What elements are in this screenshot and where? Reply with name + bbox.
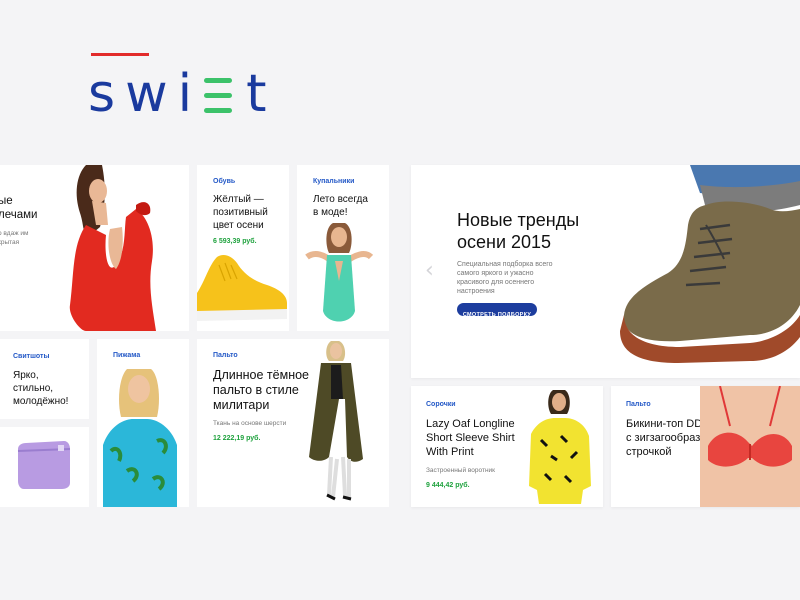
- card-category[interactable]: Пальто: [626, 401, 651, 408]
- card-category[interactable]: Сорочки: [426, 401, 456, 408]
- card-title-line1: Ярко,: [13, 370, 39, 381]
- hero-banner[interactable]: ‹ Новые тренды осени 2015 Специальная по…: [411, 165, 800, 378]
- card-title-line1: Lazy Oaf Longline: [426, 418, 515, 430]
- card-title-line3: строчкой: [626, 446, 672, 458]
- card-title-line3: цвет осени: [213, 220, 264, 231]
- hero-sub-line1: Специальная подборка всего: [457, 261, 553, 268]
- card-title-line2: позитивный: [213, 207, 268, 218]
- card-category[interactable]: Пижама: [113, 352, 140, 359]
- card-coat[interactable]: Пальто Длинное тёмное пальто в стиле мил…: [197, 339, 389, 507]
- model-shirt-image: [529, 390, 591, 504]
- model-red-dress-image: [69, 165, 156, 331]
- card-red-dress[interactable]: ые лечами о вдаж им крытая: [0, 165, 189, 331]
- card-sub-line1: о вдаж им: [0, 230, 29, 237]
- card-price: 9 444,42 руб.: [426, 482, 470, 489]
- brown-boot-icon: [620, 165, 800, 363]
- view-selection-button-label: СМОТРЕТЬ ПОДБОРКУ: [462, 312, 532, 318]
- card-pouch[interactable]: [0, 427, 89, 507]
- card-sub-line2: крытая: [0, 239, 20, 246]
- card-title-line2: стильно,: [13, 383, 54, 394]
- logo-wordmark: sw i t: [88, 68, 276, 120]
- card-swimsuit[interactable]: Купальники Лето всегда в моде!: [297, 165, 389, 331]
- card-price: 6 593,39 руб.: [213, 238, 257, 245]
- model-bikini-image: [700, 386, 800, 507]
- card-title-line3: молодёжно!: [13, 396, 69, 407]
- card-sweatshirt[interactable]: Свитшоты Ярко, стильно, молодёжно!: [0, 339, 89, 419]
- model-swimsuit-image: [305, 223, 374, 322]
- card-title-line1: Жёлтый —: [213, 194, 264, 205]
- card-category[interactable]: Купальники: [313, 178, 354, 185]
- hero-sub-line2: самого яркого и ужасно: [457, 270, 534, 277]
- card-title-line2: пальто в стиле: [213, 383, 299, 397]
- hero-prev-arrow[interactable]: ‹: [425, 258, 434, 283]
- yellow-sneaker-icon: [197, 255, 287, 321]
- hero-title-line2: осени 2015: [457, 232, 552, 252]
- card-price: 12 222,19 руб.: [213, 435, 261, 442]
- card-pajama[interactable]: Пижама: [97, 339, 189, 507]
- card-title-line1: Длинное тёмное: [213, 368, 310, 382]
- hero-title-line1: Новые тренды: [457, 210, 580, 230]
- card-shirt[interactable]: Сорочки Lazy Oaf Longline Short Sleeve S…: [411, 386, 603, 507]
- logo-letter-t: t: [246, 64, 277, 124]
- hero-sub-line3: красивого для осеннего: [457, 279, 535, 286]
- card-title-line3: With Print: [426, 446, 474, 458]
- card-title-line3: милитари: [213, 398, 270, 412]
- card-title-line1: Лето всегда: [313, 194, 368, 205]
- logo-accent-bar: [91, 53, 149, 56]
- logo-letter-i: i: [177, 64, 201, 124]
- card-category[interactable]: Обувь: [213, 178, 235, 185]
- card-category[interactable]: Пальто: [213, 352, 238, 359]
- card-bikini[interactable]: Пальто Бикини-топ DD-G с зигзагообразной…: [611, 386, 800, 507]
- logo-letters-sw: sw: [88, 64, 178, 124]
- card-title-line1: ые: [0, 195, 13, 207]
- hero-sub-line4: настроения: [457, 288, 495, 295]
- view-selection-button[interactable]: СМОТРЕТЬ ПОДБОРКУ: [457, 303, 537, 318]
- model-pajama-image: [103, 369, 177, 507]
- logo-e-bars: [204, 78, 233, 114]
- model-coat-image: [309, 341, 363, 501]
- card-category[interactable]: Свитшоты: [13, 353, 49, 360]
- card-sub: Ткань на основе шерсти: [213, 420, 287, 427]
- card-title-line2: в моде!: [313, 207, 348, 218]
- card-title-line2: лечами: [0, 209, 38, 221]
- card-shoes[interactable]: Обувь Жёлтый — позитивный цвет осени 6 5…: [197, 165, 289, 331]
- purple-pouch-icon: [17, 441, 71, 489]
- card-title-line2: Short Sleeve Shirt: [426, 432, 515, 444]
- card-sub: Застроенный воротник: [426, 467, 496, 474]
